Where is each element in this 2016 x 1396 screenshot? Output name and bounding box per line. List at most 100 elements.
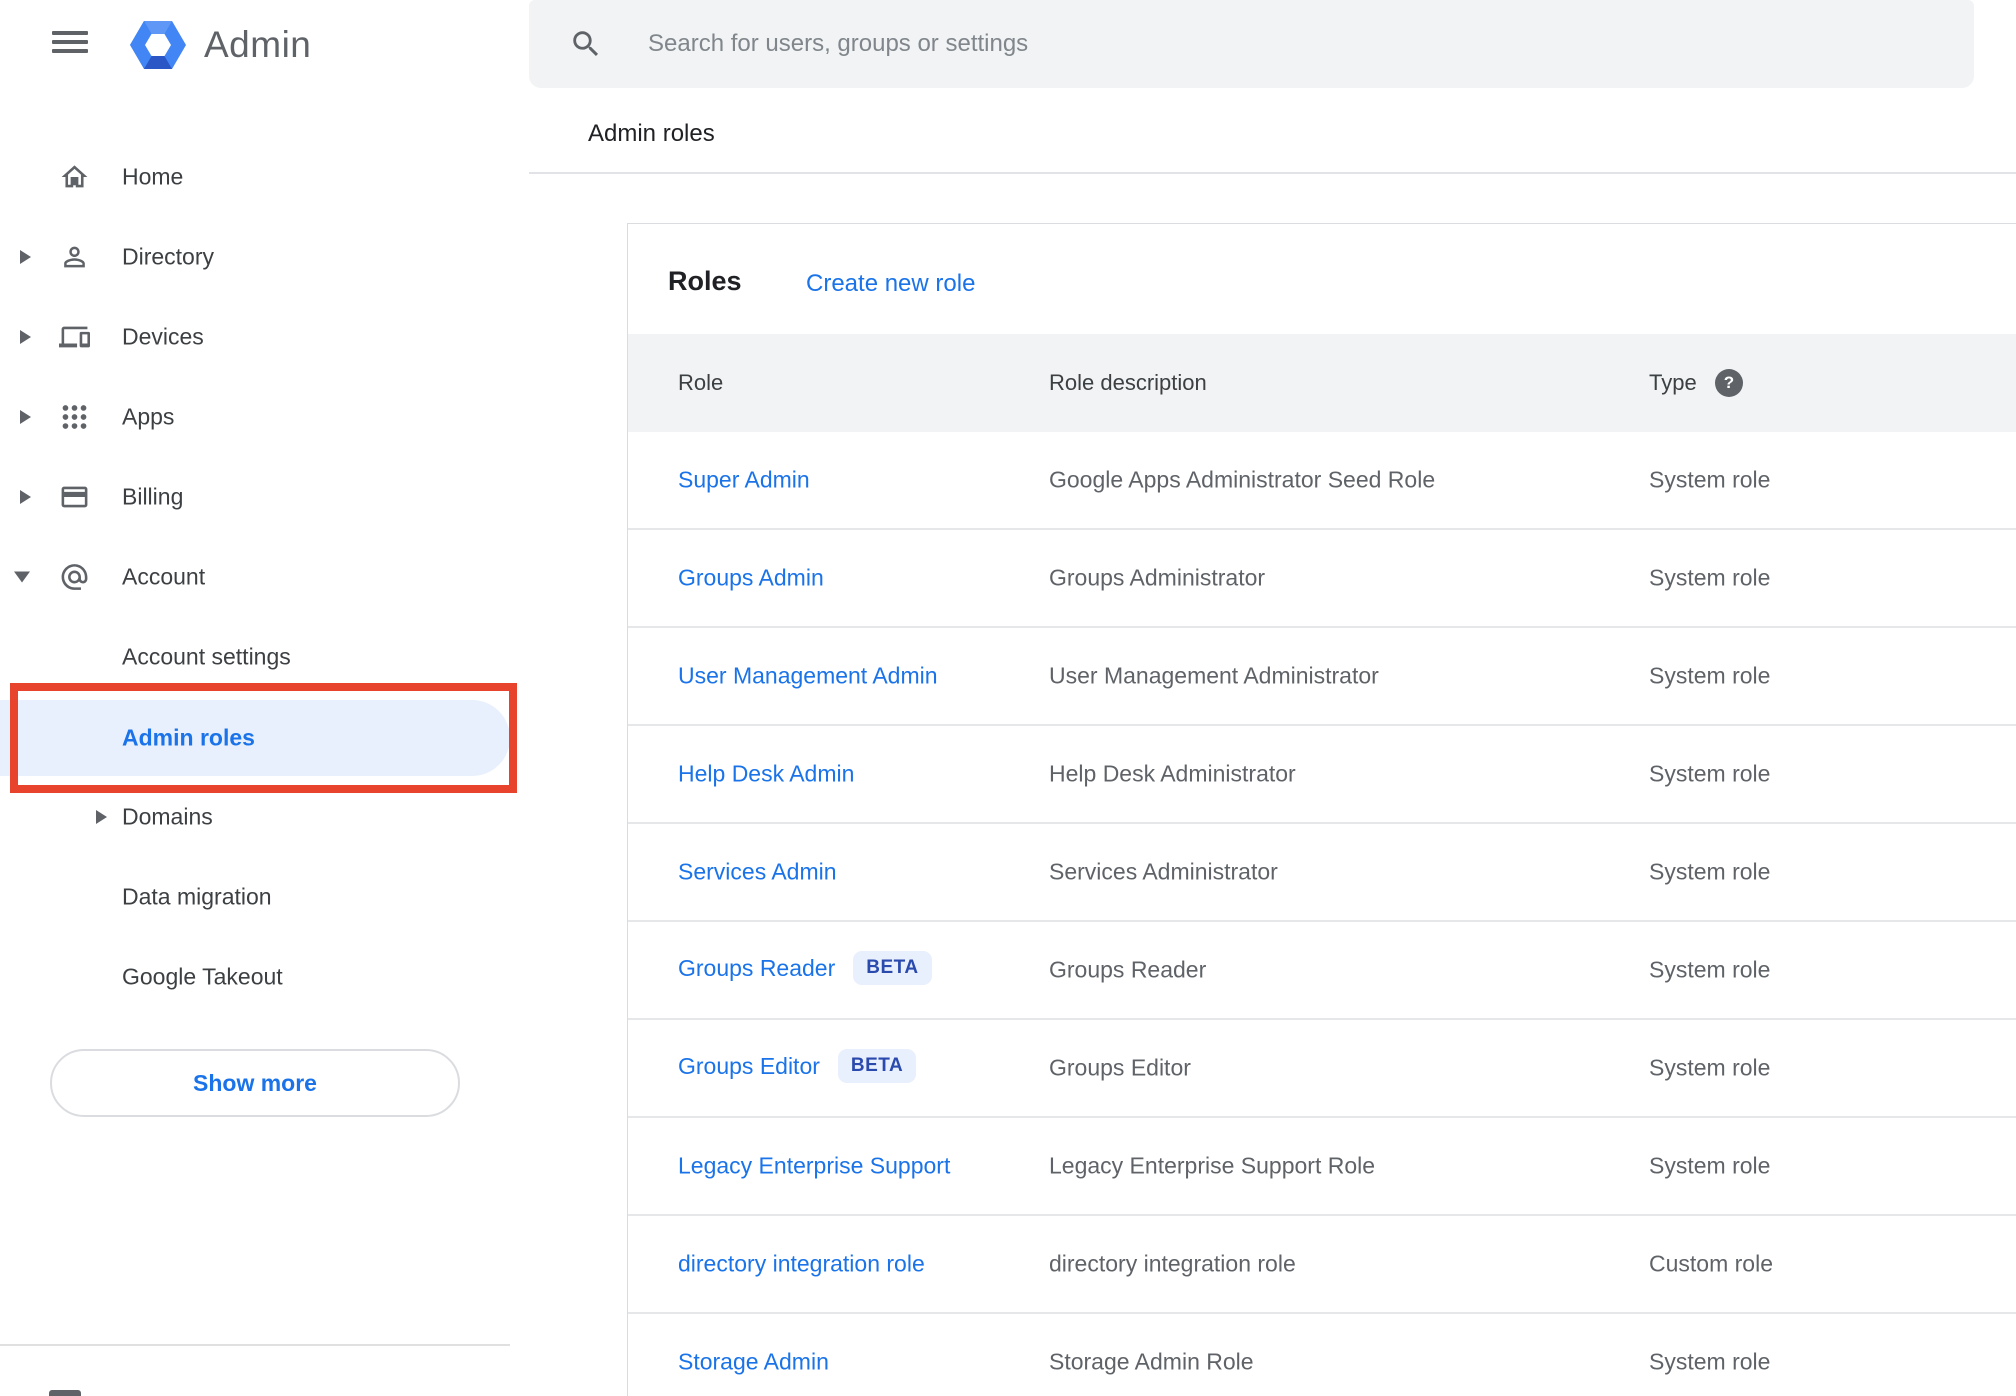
table-row: directory integration role directory int… — [628, 1216, 2016, 1314]
expand-caret-icon[interactable] — [20, 330, 31, 344]
search-bar[interactable] — [529, 0, 1974, 88]
sidebar-item-directory[interactable]: Directory — [0, 217, 514, 297]
table-row: Groups Reader BETA Groups Reader System r… — [628, 922, 2016, 1020]
expand-caret-icon[interactable] — [20, 410, 31, 424]
breadcrumb: Admin roles — [588, 120, 715, 147]
table-row: Help Desk Admin Help Desk Administrator … — [628, 726, 2016, 824]
sidebar-item-apps[interactable]: Apps — [0, 377, 514, 457]
sidebar-item-label: Account settings — [122, 643, 291, 670]
show-more-label: Show more — [193, 1069, 317, 1096]
collapse-caret-icon[interactable] — [14, 571, 30, 583]
beta-badge: BETA — [837, 1049, 917, 1083]
role-link[interactable]: Services Admin — [678, 859, 837, 886]
devices-icon — [59, 326, 90, 348]
role-link[interactable]: Legacy Enterprise Support — [678, 1153, 950, 1180]
sidebar-item-label: Admin roles — [122, 724, 255, 751]
column-header-description: Role description — [1049, 370, 1207, 395]
home-icon — [61, 165, 88, 188]
sidebar-divider — [0, 1344, 510, 1346]
sidebar-nav: Home Directory Devices Apps Billing Acco… — [0, 110, 530, 1396]
role-description: Legacy Enterprise Support Role — [1049, 1152, 1376, 1179]
role-type: System role — [1649, 1054, 1771, 1081]
column-header-role: Role — [678, 370, 724, 395]
beta-badge: BETA — [853, 951, 932, 985]
role-type: System role — [1649, 760, 1771, 787]
help-icon[interactable]: ? — [1715, 369, 1743, 397]
role-type: System role — [1649, 858, 1771, 885]
table-row: Groups Editor BETA Groups Editor System r… — [628, 1020, 2016, 1118]
app-title: Admin — [204, 24, 312, 65]
sidebar-item-label: Directory — [122, 243, 215, 270]
role-type: System role — [1649, 564, 1771, 591]
role-description: Groups Administrator — [1049, 564, 1266, 591]
sidebar-item-label: Domains — [122, 803, 213, 830]
role-description: directory integration role — [1049, 1250, 1296, 1277]
role-description: Groups Reader — [1049, 956, 1207, 983]
role-type: Custom role — [1649, 1250, 1773, 1277]
table-row: Storage Admin Storage Admin Role System … — [628, 1314, 2016, 1396]
role-link[interactable]: User Management Admin — [678, 663, 938, 690]
table-row: Groups Admin Groups Administrator System… — [628, 530, 2016, 628]
card-title: Roles — [668, 266, 742, 296]
role-description: User Management Administrator — [1049, 662, 1379, 689]
sidebar-item-label: Account — [122, 563, 206, 590]
cutoff-bottom-icon — [49, 1390, 81, 1396]
sidebar-item-data-migration[interactable]: Data migration — [0, 857, 514, 937]
role-link[interactable]: Groups Admin — [678, 565, 824, 592]
role-link[interactable]: Groups Reader BETA — [678, 951, 932, 987]
role-type: System role — [1649, 956, 1771, 983]
table-header: Role Role description Type ? — [628, 334, 2016, 432]
sidebar-item-label: Home — [122, 163, 184, 190]
expand-caret-icon[interactable] — [96, 810, 107, 824]
header-divider — [529, 172, 2016, 174]
roles-card: Roles Create new role Role Role descript… — [627, 223, 2016, 1396]
hamburger-menu-icon[interactable] — [52, 31, 88, 53]
search-input[interactable] — [648, 0, 1948, 88]
create-new-role-link[interactable]: Create new role — [806, 270, 975, 298]
sidebar-item-label: Google Takeout — [122, 963, 283, 990]
expand-caret-icon[interactable] — [20, 250, 31, 264]
sidebar-item-account-settings[interactable]: Account settings — [0, 617, 514, 697]
role-link[interactable]: Groups Editor BETA — [678, 1049, 917, 1085]
google-admin-console: Admin Admin roles Home Directory — [0, 0, 2016, 1396]
role-description: Services Administrator — [1049, 858, 1278, 885]
role-type: System role — [1649, 662, 1771, 689]
at-sign-icon — [61, 564, 88, 590]
role-link-text: Groups Reader — [678, 955, 836, 982]
table-row: Legacy Enterprise Support Legacy Enterpr… — [628, 1118, 2016, 1216]
sidebar-item-label: Data migration — [122, 883, 272, 910]
sidebar-item-label: Apps — [122, 403, 175, 430]
show-more-button[interactable]: Show more — [50, 1049, 460, 1117]
role-description: Groups Editor — [1049, 1054, 1191, 1081]
sidebar-item-label: Devices — [122, 323, 204, 350]
table-row: Services Admin Services Administrator Sy… — [628, 824, 2016, 922]
sidebar-item-domains[interactable]: Domains — [0, 777, 514, 857]
column-header-type: Type — [1649, 370, 1697, 395]
sidebar-item-devices[interactable]: Devices — [0, 297, 514, 377]
role-type: System role — [1649, 1348, 1771, 1375]
role-description: Google Apps Administrator Seed Role — [1049, 466, 1436, 493]
roles-table: Super Admin Google Apps Administrator Se… — [628, 432, 2016, 1396]
role-link[interactable]: Storage Admin — [678, 1349, 829, 1376]
sidebar-item-home[interactable]: Home — [0, 137, 514, 217]
sidebar-item-admin-roles-selected[interactable]: Admin roles — [0, 700, 510, 776]
role-link[interactable]: Super Admin — [678, 467, 810, 494]
role-description: Storage Admin Role — [1049, 1348, 1254, 1375]
sidebar-item-billing[interactable]: Billing — [0, 457, 514, 537]
expand-caret-icon[interactable] — [20, 490, 31, 504]
person-icon — [64, 246, 85, 268]
role-link[interactable]: directory integration role — [678, 1251, 925, 1278]
table-row: Super Admin Google Apps Administrator Se… — [628, 432, 2016, 530]
role-link[interactable]: Help Desk Admin — [678, 761, 854, 788]
search-icon — [573, 31, 599, 57]
sidebar-item-google-takeout[interactable]: Google Takeout — [0, 937, 514, 1017]
role-type: System role — [1649, 466, 1771, 493]
table-row: User Management Admin User Management Ad… — [628, 628, 2016, 726]
apps-grid-icon — [62, 405, 87, 429]
billing-card-icon — [61, 486, 88, 508]
role-type: System role — [1649, 1152, 1771, 1179]
sidebar-item-account[interactable]: Account — [0, 537, 514, 617]
role-description: Help Desk Administrator — [1049, 760, 1296, 787]
role-link-text: Groups Editor — [678, 1053, 820, 1080]
admin-hexagon-logo[interactable] — [128, 17, 188, 73]
